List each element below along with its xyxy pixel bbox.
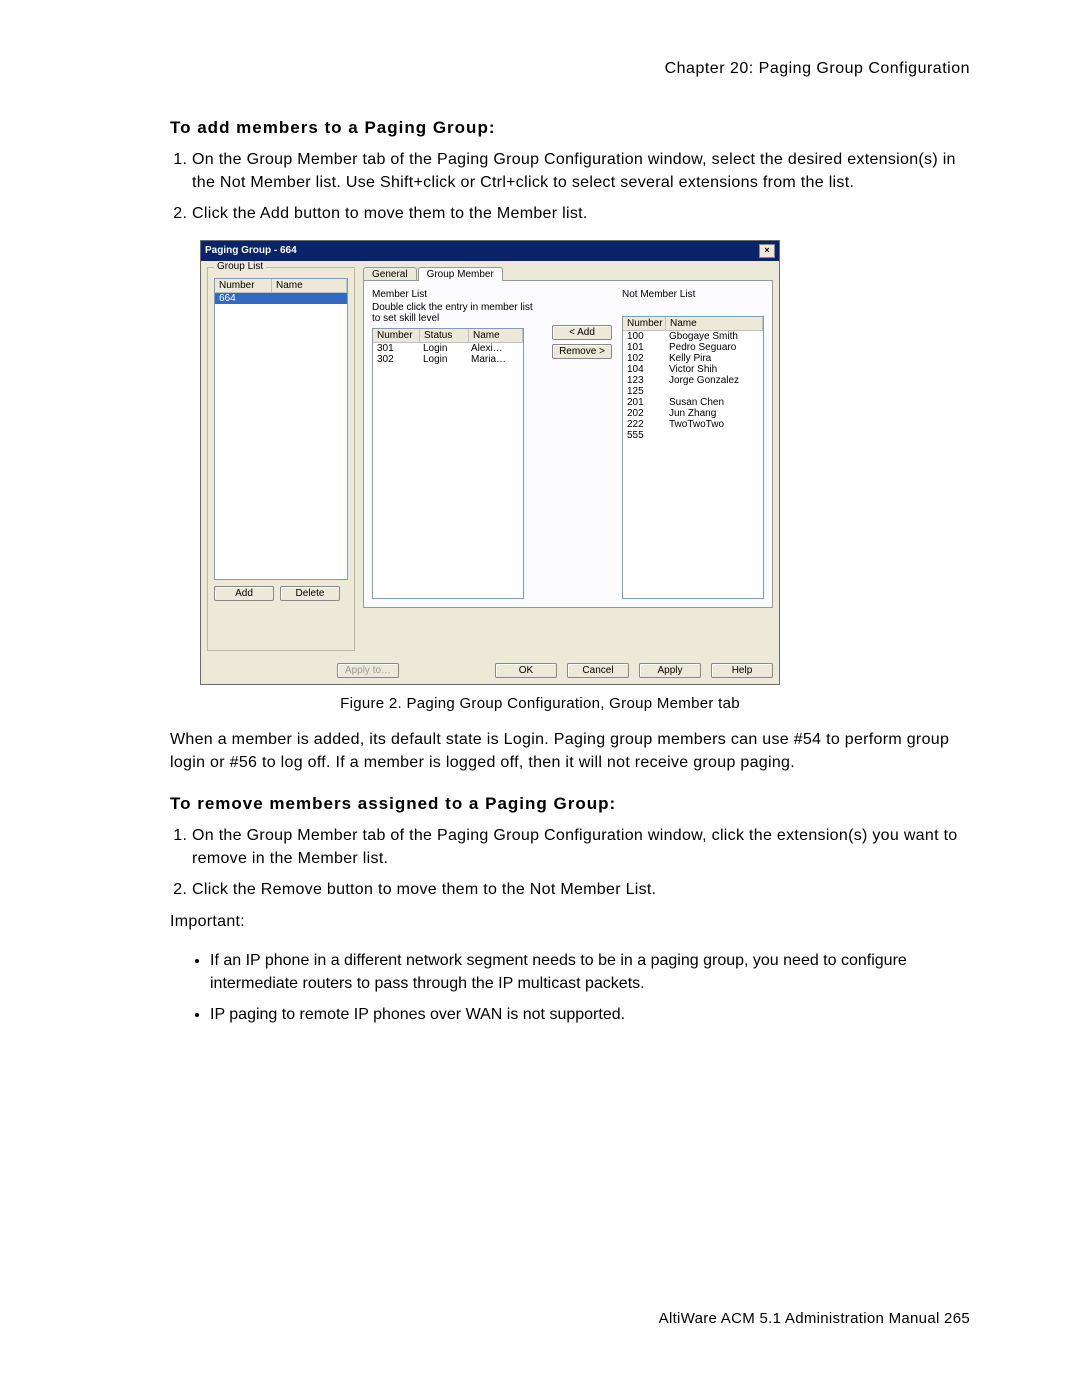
group-list-delete-button[interactable]: Delete [280, 586, 340, 601]
important-label: Important: [170, 910, 970, 933]
heading-remove-members: To remove members assigned to a Paging G… [170, 794, 970, 814]
not-member-list-label: Not Member List [622, 289, 764, 300]
group-list-legend: Group List [214, 261, 266, 272]
list-item[interactable]: 222TwoTwoTwo [623, 419, 763, 430]
important-notes: If an IP phone in a different network se… [190, 949, 970, 1027]
list-item[interactable]: 202Jun Zhang [623, 408, 763, 419]
list-item[interactable]: 101Pedro Seguaro [623, 342, 763, 353]
remove-step-2: Click the Remove button to move them to … [192, 878, 970, 901]
group-list-add-button[interactable]: Add [214, 586, 274, 601]
list-item[interactable]: 301 Login Alexi… [373, 343, 523, 354]
dialog-screenshot: Paging Group - 664 × Group List Number N… [200, 240, 780, 685]
tab-group-member[interactable]: Group Member [418, 267, 503, 281]
list-item[interactable]: 100Gbogaye Smith [623, 331, 763, 342]
apply-button[interactable]: Apply [639, 663, 701, 678]
list-item[interactable]: 125 [623, 386, 763, 397]
figure-caption: Figure 2. Paging Group Configuration, Gr… [110, 695, 970, 712]
member-list-hint: Double click the entry in member list to… [372, 302, 542, 324]
group-list-row[interactable]: 664 [215, 293, 347, 304]
list-item[interactable]: 102Kelly Pira [623, 353, 763, 364]
note-1: If an IP phone in a different network se… [210, 949, 970, 995]
add-step-2: Click the Add button to move them to the… [192, 202, 970, 225]
list-item[interactable]: 302 Login Maria… [373, 354, 523, 365]
remove-step-1: On the Group Member tab of the Paging Gr… [192, 824, 970, 870]
group-list-fieldset: Group List Number Name 664 Add Del [207, 267, 355, 651]
add-button[interactable]: < Add [552, 325, 612, 340]
list-item[interactable]: 201Susan Chen [623, 397, 763, 408]
group-list-col-number: Number [215, 279, 272, 292]
not-member-list[interactable]: Number Name 100Gbogaye Smith101Pedro Seg… [622, 316, 764, 599]
note-2: IP paging to remote IP phones over WAN i… [210, 1003, 970, 1026]
paragraph-login-state: When a member is added, its default stat… [170, 728, 970, 774]
member-list[interactable]: Number Status Name 301 Login Alexi… [372, 328, 524, 599]
ok-button[interactable]: OK [495, 663, 557, 678]
help-button[interactable]: Help [711, 663, 773, 678]
remove-steps-list: On the Group Member tab of the Paging Gr… [170, 824, 970, 902]
heading-add-members: To add members to a Paging Group: [170, 118, 970, 138]
apply-to-button[interactable]: Apply to… [337, 663, 399, 678]
remove-button[interactable]: Remove > [552, 344, 612, 359]
add-steps-list: On the Group Member tab of the Paging Gr… [170, 148, 970, 226]
page-header: Chapter 20: Paging Group Configuration [110, 60, 970, 78]
list-item[interactable]: 555 [623, 430, 763, 441]
list-item[interactable]: 123Jorge Gonzalez [623, 375, 763, 386]
group-list[interactable]: Number Name 664 [214, 278, 348, 580]
close-icon[interactable]: × [759, 244, 775, 258]
tabs: General Group Member [363, 267, 773, 281]
page-footer: AltiWare ACM 5.1 Administration Manual 2… [659, 1310, 970, 1327]
add-step-1: On the Group Member tab of the Paging Gr… [192, 148, 970, 194]
dialog-titlebar: Paging Group - 664 × [201, 241, 779, 261]
member-list-label: Member List [372, 289, 542, 300]
list-item[interactable]: 104Victor Shih [623, 364, 763, 375]
tab-general[interactable]: General [363, 267, 417, 281]
dialog-title: Paging Group - 664 [205, 245, 297, 256]
cancel-button[interactable]: Cancel [567, 663, 629, 678]
group-list-col-name: Name [272, 279, 347, 292]
